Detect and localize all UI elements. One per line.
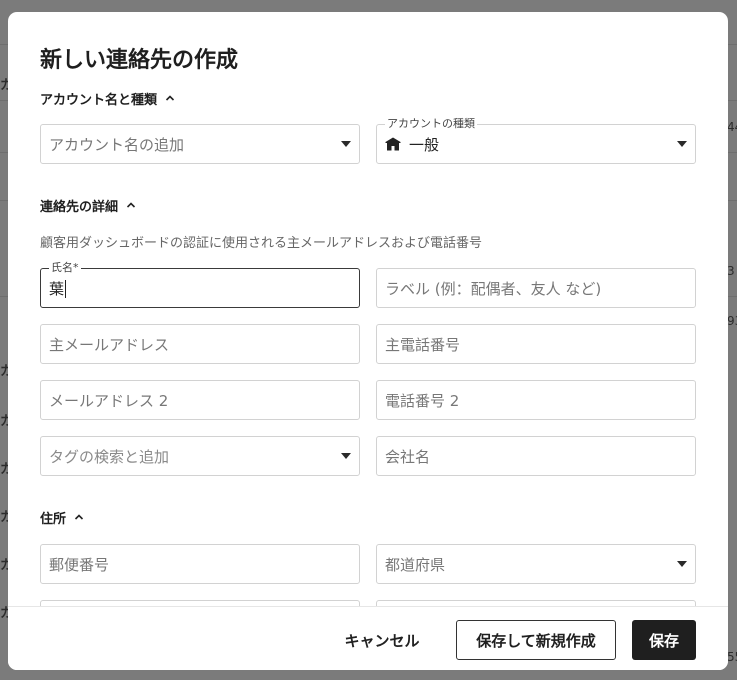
postal-code-field[interactable]: 郵便番号 — [40, 544, 360, 584]
bg-row-value: 44 — [727, 120, 737, 134]
label-placeholder: ラベル (例：配偶者、友人 など) — [385, 279, 602, 298]
prefecture-select[interactable]: 都道府県 — [376, 544, 696, 584]
full-name-value: 葉 — [49, 278, 351, 299]
phone2-placeholder: 電話番号 2 — [385, 391, 460, 410]
text-cursor — [65, 280, 67, 298]
account-name-placeholder: アカウント名の追加 — [49, 135, 185, 154]
caret-down-icon — [341, 453, 351, 459]
section-toggle-address[interactable]: 住所 — [40, 507, 84, 527]
bg-row-label: カ — [0, 364, 8, 379]
full-name-field[interactable]: 氏名* 葉 — [40, 261, 360, 308]
section-title-contact: 連絡先の詳細 — [40, 199, 119, 215]
section-toggle-account[interactable]: アカウント名と種類 — [40, 88, 175, 108]
tags-select[interactable]: タグの検索と追加 — [40, 436, 360, 476]
prefecture-placeholder: 都道府県 — [385, 555, 446, 574]
bg-row-label: カ — [0, 510, 8, 525]
primary-phone-field[interactable]: 主電話番号 — [376, 324, 696, 364]
company-field[interactable]: 会社名 — [376, 436, 696, 476]
email2-field[interactable]: メールアドレス 2 — [40, 380, 360, 420]
tags-placeholder: タグの検索と追加 — [49, 447, 170, 466]
dialog-footer: キャンセル 保存して新規作成 保存 — [8, 606, 728, 670]
bg-row-label: カ — [0, 78, 8, 93]
new-contact-dialog: 新しい連絡先の作成 アカウント名と種類 アカウント名の追加 アカウントの種類 一… — [8, 12, 728, 670]
postal-code-placeholder: 郵便番号 — [49, 555, 110, 574]
primary-email-placeholder: 主メールアドレス — [49, 335, 170, 354]
home-icon — [385, 137, 401, 151]
label-field[interactable]: ラベル (例：配偶者、友人 など) — [376, 268, 696, 308]
section-title-account: アカウント名と種類 — [40, 92, 158, 108]
caret-down-icon — [677, 141, 687, 147]
email2-placeholder: メールアドレス 2 — [49, 391, 169, 410]
bg-row-label: カ — [0, 462, 8, 477]
save-and-new-button[interactable]: 保存して新規作成 — [456, 620, 616, 660]
chevron-up-icon — [165, 95, 175, 101]
contact-helper-text: 顧客用ダッシュボードの認証に使用される主メールアドレスおよび電話番号 — [40, 236, 483, 251]
account-type-label: アカウントの種類 — [385, 117, 477, 131]
account-type-select[interactable]: アカウントの種類 一般 — [376, 117, 696, 164]
bg-row-label: カ — [0, 414, 8, 429]
caret-down-icon — [677, 561, 687, 567]
company-placeholder: 会社名 — [385, 447, 431, 466]
dialog-title: 新しい連絡先の作成 — [40, 48, 239, 73]
bg-row-label: カ — [0, 558, 8, 573]
bg-row-value: 55 — [727, 650, 737, 664]
section-toggle-contact[interactable]: 連絡先の詳細 — [40, 195, 136, 215]
bg-row-value: 3 — [727, 264, 735, 278]
section-title-address: 住所 — [40, 511, 67, 527]
caret-down-icon — [341, 141, 351, 147]
cancel-button[interactable]: キャンセル — [330, 620, 434, 660]
full-name-text: 葉 — [49, 279, 65, 298]
primary-phone-placeholder: 主電話番号 — [385, 335, 461, 354]
full-name-label: 氏名* — [49, 261, 81, 275]
phone2-field[interactable]: 電話番号 2 — [376, 380, 696, 420]
account-type-value: 一般 — [409, 135, 440, 154]
chevron-up-icon — [126, 202, 136, 208]
save-button[interactable]: 保存 — [632, 620, 696, 660]
primary-email-field[interactable]: 主メールアドレス — [40, 324, 360, 364]
account-name-select[interactable]: アカウント名の追加 — [40, 124, 360, 164]
chevron-up-icon — [74, 514, 84, 520]
bg-row-label: カ — [0, 606, 8, 621]
bg-row-value: 93 — [727, 314, 737, 328]
